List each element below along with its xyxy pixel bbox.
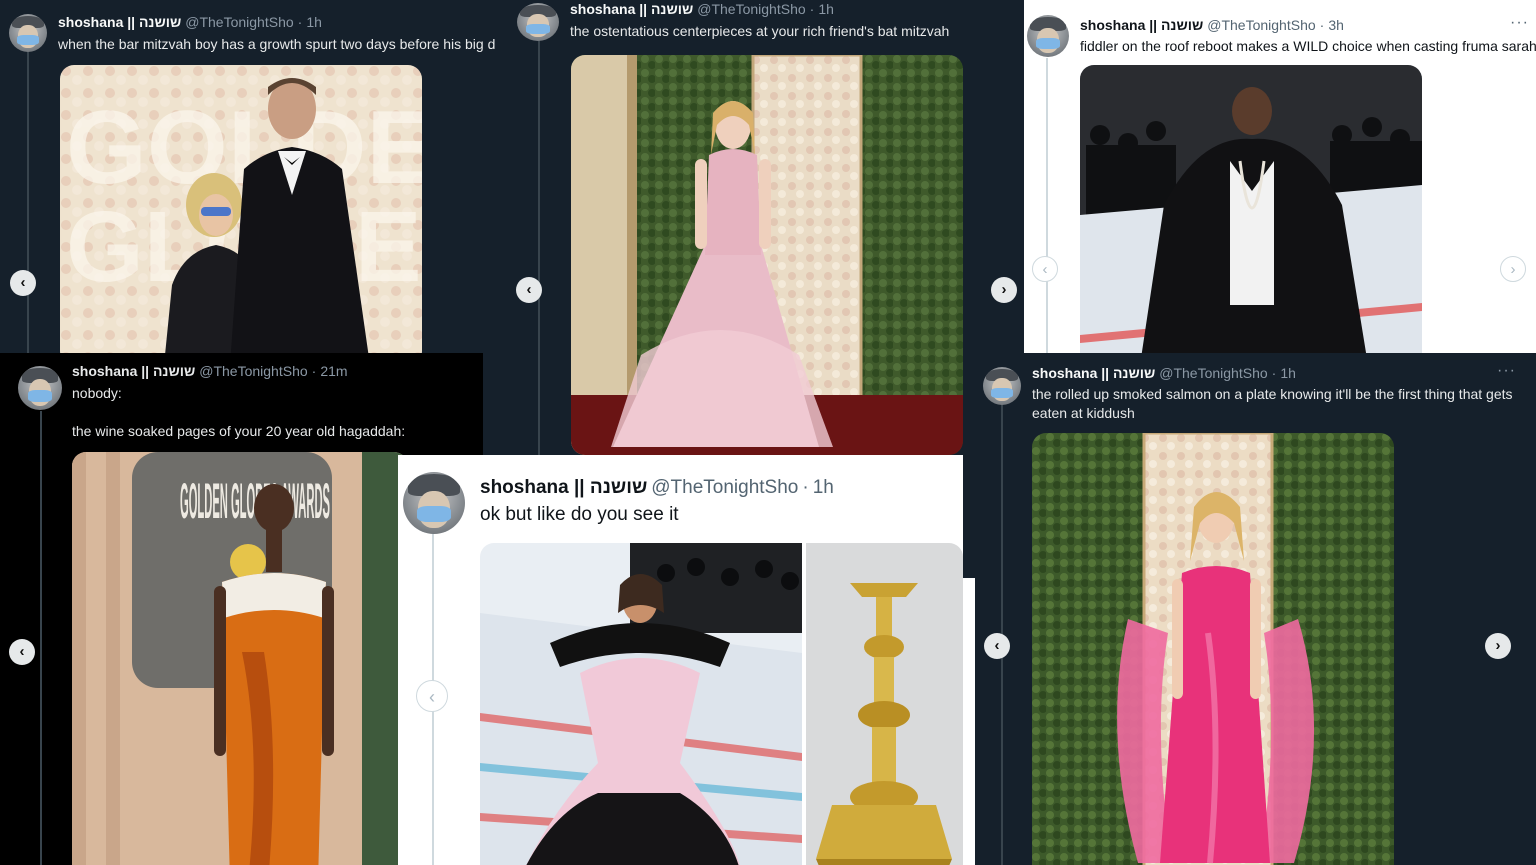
- separator: ·: [297, 14, 303, 30]
- tweet-card-fiddler[interactable]: shoshana || שושנה @TheTonightSho · 3h ··· f…: [1024, 0, 1536, 353]
- tweet-photo[interactable]: [1080, 65, 1422, 353]
- timestamp[interactable]: 1h: [818, 1, 834, 17]
- avatar-icon[interactable]: [1027, 15, 1069, 57]
- tweet-photo-gown[interactable]: [480, 543, 802, 865]
- chevron-left-icon[interactable]: ‹: [984, 633, 1010, 659]
- tweet-photo[interactable]: GOLDEN GLOBES: [60, 65, 422, 355]
- separator: ·: [1319, 17, 1325, 33]
- chevron-left-icon[interactable]: ‹: [416, 680, 448, 712]
- timestamp[interactable]: 3h: [1328, 17, 1344, 33]
- thread-line: [27, 50, 29, 355]
- timestamp[interactable]: 1h: [813, 477, 834, 498]
- display-name[interactable]: shoshana || שושנה: [570, 1, 693, 17]
- handle[interactable]: @TheTonightSho: [697, 1, 805, 17]
- tweet-header: shoshana || שושנה @TheTonightSho · 21m: [72, 363, 348, 379]
- tweet-text: the ostentatious centerpieces at your ri…: [570, 23, 950, 39]
- display-name[interactable]: shoshana || שושנה: [1032, 365, 1155, 381]
- handle[interactable]: @TheTonightSho: [185, 14, 293, 30]
- tweet-header: shoshana || שושנה @TheTonightSho · 1h: [58, 14, 322, 30]
- tweet-card-do-you-see-it[interactable]: shoshana || שושנה @TheTonightSho · 1h ok bu…: [398, 455, 963, 865]
- tweet-photo[interactable]: GOLDEN GLOBES AWARDS: [72, 452, 408, 865]
- tweet-card-centerpieces[interactable]: shoshana || שושנה @TheTonightSho · 1h the o…: [512, 0, 1024, 455]
- chevron-right-icon[interactable]: ›: [1500, 256, 1526, 282]
- chevron-right-icon[interactable]: ›: [1485, 633, 1511, 659]
- display-name[interactable]: shoshana || שושנה: [58, 14, 181, 30]
- tweet-header: shoshana || שושנה @TheTonightSho · 1h: [1032, 365, 1296, 381]
- chevron-left-icon[interactable]: ‹: [516, 277, 542, 303]
- handle[interactable]: @TheTonightSho: [651, 477, 798, 498]
- card-edge: [963, 578, 975, 865]
- thread-line: [40, 411, 42, 865]
- chevron-left-icon[interactable]: ‹: [10, 270, 36, 296]
- tweet-text: the rolled up smoked salmon on a plate k…: [1032, 386, 1517, 421]
- thread-line: [1046, 58, 1048, 353]
- tweet-header: shoshana || שושנה @TheTonightSho · 3h: [1080, 17, 1344, 33]
- separator: ·: [802, 477, 809, 498]
- timestamp[interactable]: 21m: [320, 363, 347, 379]
- tweet-text: ok but like do you see it: [480, 504, 679, 525]
- tweet-photo-candlestick[interactable]: [806, 543, 963, 865]
- timestamp[interactable]: 1h: [306, 14, 322, 30]
- tweet-header: shoshana || שושנה @TheTonightSho · 1h: [570, 1, 834, 17]
- avatar-icon[interactable]: [517, 3, 559, 41]
- tweet-photo[interactable]: [571, 55, 963, 455]
- avatar-icon[interactable]: [403, 472, 465, 534]
- tweet-text: fiddler on the roof reboot makes a WILD …: [1080, 38, 1536, 54]
- timestamp[interactable]: 1h: [1280, 365, 1296, 381]
- separator: ·: [1271, 365, 1277, 381]
- tweet-text-line-2: the wine soaked pages of your 20 year ol…: [72, 423, 406, 439]
- tweet-card-bar-mitzvah[interactable]: shoshana || שושנה @TheTonightSho · 1h when …: [0, 0, 512, 355]
- avatar-icon[interactable]: [9, 14, 47, 52]
- handle[interactable]: @TheTonightSho: [1207, 17, 1315, 33]
- tweet-text: when the bar mitzvah boy has a growth sp…: [58, 36, 496, 52]
- tweet-photo[interactable]: [1032, 433, 1394, 865]
- avatar-icon[interactable]: [983, 367, 1021, 405]
- tweet-card-smoked-salmon[interactable]: shoshana || שושנה @TheTonightSho · 1h ··· t…: [975, 353, 1536, 865]
- display-name[interactable]: shoshana || שושנה: [1080, 17, 1203, 33]
- more-icon[interactable]: ···: [1497, 362, 1516, 380]
- tweet-header: shoshana || שושנה @TheTonightSho · 1h: [480, 477, 834, 499]
- separator: ·: [311, 363, 317, 379]
- chevron-left-icon[interactable]: ‹: [9, 639, 35, 665]
- more-icon[interactable]: ···: [1510, 14, 1529, 32]
- tweet-text-line-1: nobody:: [72, 385, 122, 401]
- chevron-right-icon[interactable]: ›: [991, 277, 1017, 303]
- display-name[interactable]: shoshana || שושנה: [480, 477, 647, 498]
- display-name[interactable]: shoshana || שושנה: [72, 363, 195, 379]
- separator: ·: [809, 1, 815, 17]
- handle[interactable]: @TheTonightSho: [1159, 365, 1267, 381]
- thread-line: [538, 40, 540, 455]
- handle[interactable]: @TheTonightSho: [199, 363, 307, 379]
- avatar-icon[interactable]: [18, 366, 62, 410]
- chevron-left-icon[interactable]: ‹: [1032, 256, 1058, 282]
